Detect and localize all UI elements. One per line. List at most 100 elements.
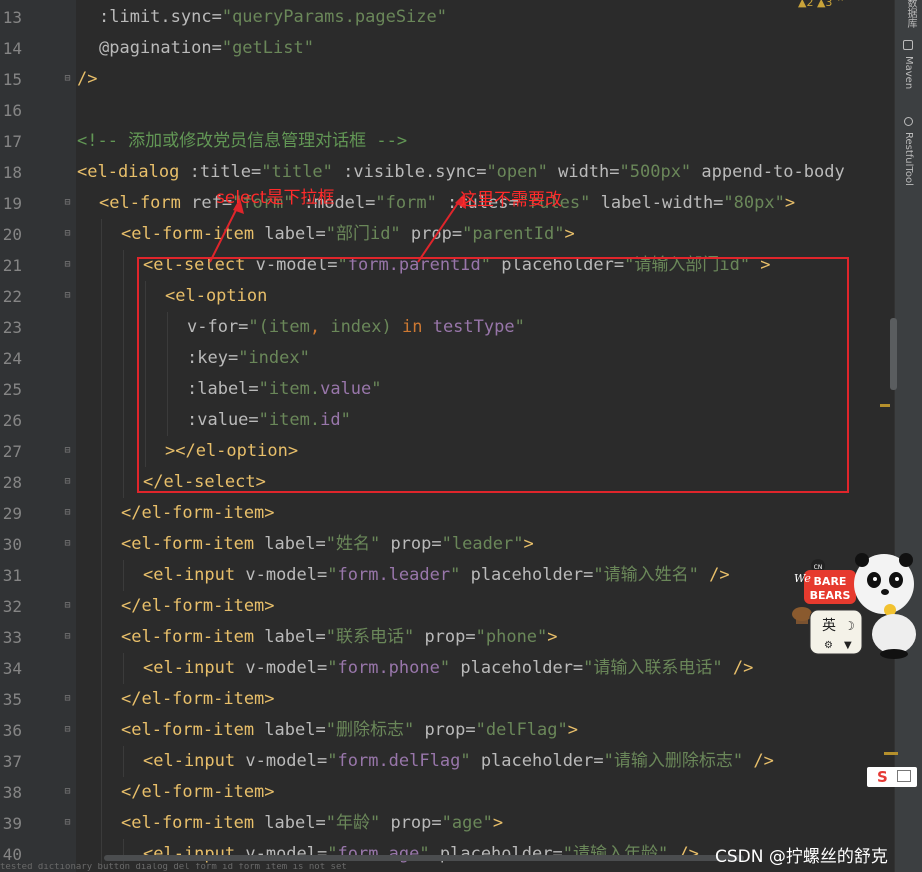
code-token: </el-form-item> xyxy=(121,503,275,523)
code-token: prop= xyxy=(390,534,442,554)
code-token: <el-input xyxy=(143,844,246,864)
line-number[interactable]: 32 xyxy=(0,591,22,622)
line-number[interactable]: 34 xyxy=(0,653,22,684)
line-number[interactable]: 25 xyxy=(0,374,22,405)
code-token: label-width= xyxy=(600,193,724,213)
fold-icon[interactable]: ⊟ xyxy=(62,631,73,643)
fold-icon[interactable]: ⊟ xyxy=(62,600,73,612)
fold-icon[interactable]: ⊟ xyxy=(62,724,73,736)
fold-icon[interactable]: ⊟ xyxy=(62,693,73,705)
line-number[interactable]: 33 xyxy=(0,622,22,653)
fold-icon[interactable]: ⊟ xyxy=(62,197,73,209)
sidebar-tab-database[interactable]: 数据库 xyxy=(903,0,918,28)
line-number[interactable]: 38 xyxy=(0,777,22,808)
line-number[interactable]: 31 xyxy=(0,560,22,591)
fold-icon[interactable]: ⊟ xyxy=(62,507,73,519)
line-number[interactable]: 37 xyxy=(0,746,22,777)
svg-text:CN: CN xyxy=(814,564,823,571)
code-token: prop= xyxy=(390,813,442,833)
fold-icon[interactable]: ⊟ xyxy=(62,228,73,240)
indent-guide xyxy=(101,591,102,622)
indent-guide xyxy=(123,467,124,498)
code-line[interactable]: 18 <el-dialog :title="title" :visible.syn… xyxy=(0,157,922,188)
line-number[interactable]: 24 xyxy=(0,343,22,374)
fold-icon[interactable]: ⊟ xyxy=(62,73,73,85)
code-token: <el-form xyxy=(99,193,192,213)
code-line[interactable]: 36 ⊟ <el-form-item label="删除标志" prop="delF… xyxy=(0,715,922,746)
line-number[interactable]: 23 xyxy=(0,312,22,343)
error-stripe-mark[interactable] xyxy=(880,404,890,407)
fold-icon[interactable]: ⊟ xyxy=(62,786,73,798)
code-token: "form" xyxy=(375,193,448,213)
line-number[interactable]: 39 xyxy=(0,808,22,839)
line-number[interactable]: 14 xyxy=(0,33,22,64)
code-line[interactable]: 16 xyxy=(0,95,922,126)
ime-s-badge[interactable]: S xyxy=(867,767,917,787)
code-token: label= xyxy=(264,813,326,833)
indent-guide xyxy=(101,467,102,498)
line-number[interactable]: 18 xyxy=(0,157,22,188)
bear-sticker-graphic: CN BARE BEARS We 英 ☽ ⚙ ▼ xyxy=(792,553,916,659)
fold-icon[interactable]: ⊟ xyxy=(62,445,73,457)
vertical-scrollbar-thumb[interactable] xyxy=(890,318,897,390)
indent-guide xyxy=(101,529,102,560)
line-number[interactable]: 22 xyxy=(0,281,22,312)
line-number[interactable]: 21 xyxy=(0,250,22,281)
code-text: </el-form-item> xyxy=(121,777,275,808)
code-line[interactable]: 39 ⊟ <el-form-item label="年龄" prop="age"> xyxy=(0,808,922,839)
line-number[interactable]: 28 xyxy=(0,467,22,498)
code-line[interactable]: 29 ⊟ </el-form-item> xyxy=(0,498,922,529)
error-stripe-mark[interactable] xyxy=(884,752,898,755)
code-token: "姓名" xyxy=(325,534,391,554)
code-line[interactable]: 13:limit.sync="queryParams.pageSize" xyxy=(0,2,922,33)
sidebar-tab-maven[interactable]: Maven xyxy=(903,56,914,89)
code-token: label= xyxy=(264,224,326,244)
line-number[interactable]: 16 xyxy=(0,95,22,126)
code-token: </el-form-item> xyxy=(121,689,275,709)
code-token: v-model= xyxy=(245,844,328,864)
line-number[interactable]: 30 xyxy=(0,529,22,560)
code-token: label= xyxy=(264,534,326,554)
code-token: " xyxy=(439,658,461,678)
line-number[interactable]: 20 xyxy=(0,219,22,250)
code-token: /> xyxy=(77,69,98,89)
code-token: form.leader xyxy=(337,565,451,585)
line-number[interactable]: 35 xyxy=(0,684,22,715)
code-token: form.phone xyxy=(337,658,440,678)
code-token: > xyxy=(492,813,504,833)
code-line[interactable]: 14 @pagination="getList" xyxy=(0,33,922,64)
code-text: <el-form-item label="年龄" prop="age"> xyxy=(121,808,503,839)
horizontal-scrollbar-thumb[interactable] xyxy=(104,855,744,861)
code-line[interactable]: 20 ⊟ <el-form-item label="部门id" prop="pare… xyxy=(0,219,922,250)
line-number[interactable]: 17 xyxy=(0,126,22,157)
sidebar-tab-restfultool[interactable]: RestfulTool xyxy=(903,132,914,186)
code-token: v-model= xyxy=(245,658,328,678)
code-token: v-model= xyxy=(245,565,328,585)
line-number[interactable]: 19 xyxy=(0,188,22,219)
line-number[interactable]: 13 xyxy=(0,2,22,33)
code-token: "delFlag" xyxy=(475,720,568,740)
code-token: "open" xyxy=(486,162,559,182)
indent-guide xyxy=(101,715,102,746)
fold-icon[interactable]: ⊟ xyxy=(62,817,73,829)
line-number[interactable]: 36 xyxy=(0,715,22,746)
code-line[interactable]: 37 <el-input v-model="form.delFlag" place… xyxy=(0,746,922,777)
code-line[interactable]: 17 <!-- 添加或修改党员信息管理对话框 --> xyxy=(0,126,922,157)
fold-icon[interactable]: ⊟ xyxy=(62,290,73,302)
line-number[interactable]: 26 xyxy=(0,405,22,436)
fold-icon[interactable]: ⊟ xyxy=(62,259,73,271)
code-line[interactable]: 35 ⊟ </el-form-item> xyxy=(0,684,922,715)
code-line[interactable]: 15 ⊟ /> xyxy=(0,64,922,95)
code-line[interactable]: 38 ⊟ </el-form-item> xyxy=(0,777,922,808)
line-number[interactable]: 27 xyxy=(0,436,22,467)
code-token: "title" xyxy=(261,162,344,182)
fold-icon[interactable]: ⊟ xyxy=(62,538,73,550)
code-token: </el-form-item> xyxy=(121,596,275,616)
line-number[interactable]: 15 xyxy=(0,64,22,95)
inspection-widget[interactable]: ▲2 ▲3 ⌃ xyxy=(798,0,845,9)
code-token: > xyxy=(784,193,796,213)
code-token: " xyxy=(450,565,471,585)
line-number[interactable]: 29 xyxy=(0,498,22,529)
fold-icon[interactable]: ⊟ xyxy=(62,476,73,488)
code-text: <!-- 添加或修改党员信息管理对话框 --> xyxy=(77,126,407,157)
